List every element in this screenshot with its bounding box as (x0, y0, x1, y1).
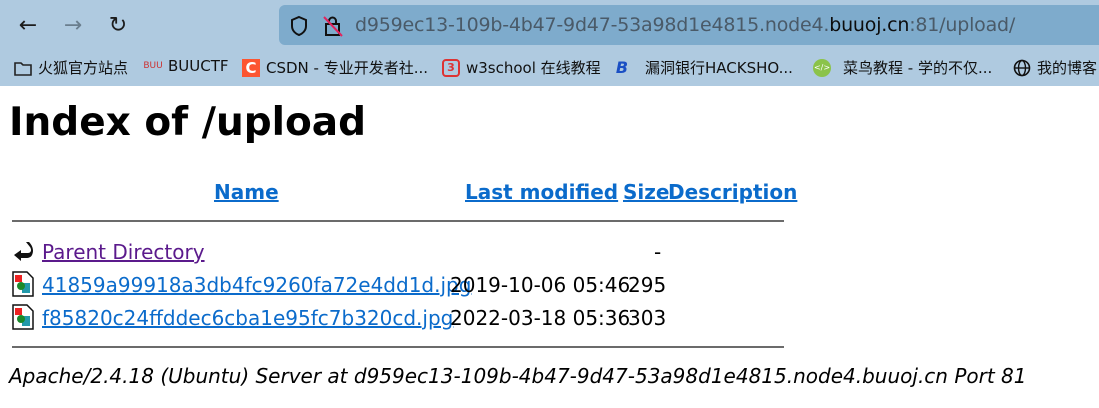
reload-button[interactable]: ↻ (103, 10, 133, 40)
file-link[interactable]: 41859a99918a3db4fc9260fa72e4dd1d.jpg (42, 273, 471, 297)
bookmark-label: 火狐官方站点 (38, 59, 129, 77)
image-file-icon (12, 304, 34, 330)
reload-icon: ↻ (108, 12, 128, 38)
bookmark-3[interactable]: 3 w3school 在线教程 (442, 57, 601, 78)
bookmark-6[interactable]: 我的博客 (1013, 57, 1097, 78)
bookmark-label: 漏洞银行HACKSHO... (645, 59, 793, 77)
insecure-lock-icon (323, 16, 343, 37)
file-size: 303 (628, 306, 667, 330)
url-suffix: :81/upload/ (909, 14, 1016, 36)
url-text[interactable]: d959ec13-109b-4b47-9d47-53a98d1e4815.nod… (355, 14, 1015, 36)
url-bar[interactable]: d959ec13-109b-4b47-9d47-53a98d1e4815.nod… (279, 5, 1099, 45)
file-modified: 2019-10-06 05:46 (450, 273, 631, 297)
forward-button[interactable]: → (58, 10, 88, 40)
sort-by-name[interactable]: Name (214, 180, 279, 204)
divider (12, 220, 784, 222)
file-modified: 2022-03-18 05:36 (450, 306, 631, 330)
sort-by-last-modified[interactable]: Last modified (465, 180, 618, 204)
page-title: Index of /upload (9, 100, 367, 145)
bookmark-label: 我的博客 (1037, 59, 1098, 77)
sort-by-description[interactable]: Description (668, 180, 797, 204)
arrow-left-icon: ← (18, 12, 38, 38)
globe-icon (1013, 59, 1031, 77)
bookmark-label: w3school 在线教程 (466, 59, 601, 77)
bugbank-icon: B (615, 58, 629, 77)
parent-size: - (654, 240, 662, 264)
server-signature: Apache/2.4.18 (Ubuntu) Server at d959ec1… (9, 364, 1027, 388)
parent-directory-link[interactable]: Parent Directory (42, 240, 205, 264)
folder-icon (14, 59, 32, 77)
file-link[interactable]: f85820c24ffddec6cba1e95fc7b320cd.jpg (42, 306, 453, 330)
back-folder-icon (14, 242, 33, 261)
url-prefix: d959ec13-109b-4b47-9d47-53a98d1e4815.nod… (355, 14, 830, 36)
bookmark-2[interactable]: C CSDN - 专业开发者社... (242, 57, 428, 78)
arrow-right-icon: → (63, 12, 83, 38)
w3school-icon: 3 (442, 58, 460, 77)
bookmark-1[interactable]: BUU BUUCTF (143, 57, 229, 75)
image-file-icon (12, 271, 34, 297)
csdn-icon: C (242, 58, 260, 77)
shield-icon (291, 15, 307, 37)
bookmark-label: 菜鸟教程 - 学的不仅... (843, 59, 993, 77)
browser-chrome: ← → ↻ d959ec13-109b-4b47-9d47-53a98d1e48… (0, 0, 1099, 86)
bookmark-label: CSDN - 专业开发者社... (266, 59, 429, 77)
bookmark-label: BUUCTF (168, 57, 229, 75)
bookmark-4[interactable]: B 漏洞银行HACKSHO... (613, 57, 793, 78)
divider (12, 346, 784, 348)
url-domain: buuoj.cn (829, 14, 910, 36)
bookmark-5[interactable]: </> 菜鸟教程 - 学的不仅... (813, 57, 992, 78)
bookmark-0[interactable]: 火狐官方站点 (14, 57, 128, 78)
runoob-icon: </> (813, 58, 831, 77)
file-size: 295 (628, 273, 667, 297)
buuctf-icon: BUU (143, 61, 163, 71)
back-button[interactable]: ← (13, 10, 43, 40)
sort-by-size[interactable]: Size (623, 180, 669, 204)
